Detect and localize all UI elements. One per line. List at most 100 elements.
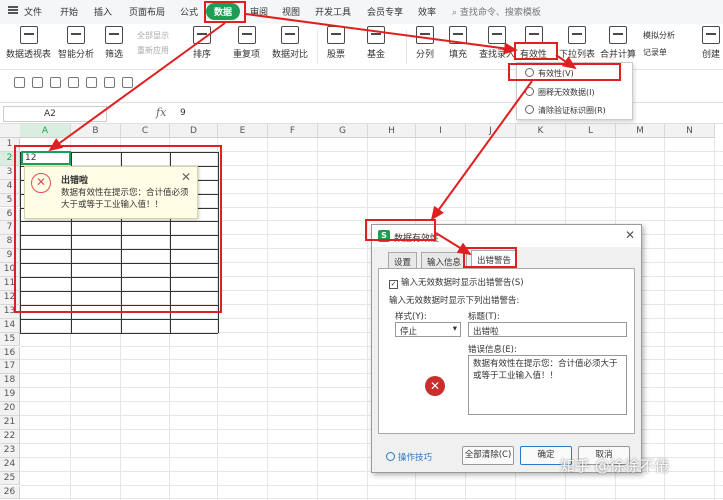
close-icon[interactable]: ✕ bbox=[625, 228, 635, 242]
menu-member[interactable]: 会员专享 bbox=[367, 5, 403, 18]
preview-icon[interactable] bbox=[86, 77, 97, 88]
menu-review[interactable]: 审阅 bbox=[250, 5, 268, 18]
row-header-11[interactable]: 11 bbox=[0, 277, 20, 291]
data-compare-button[interactable]: 数据对比 bbox=[272, 26, 308, 60]
column-header-j[interactable]: J bbox=[466, 124, 516, 138]
style-select[interactable]: 停止 ▾ bbox=[395, 322, 461, 337]
tab-error-alert[interactable]: 出错警告 bbox=[471, 250, 518, 269]
column-header-k[interactable]: K bbox=[516, 124, 566, 138]
menu-insert[interactable]: 插入 bbox=[94, 5, 112, 18]
column-header-e[interactable]: E bbox=[218, 124, 268, 138]
save-icon[interactable] bbox=[14, 77, 25, 88]
row-header-15[interactable]: 15 bbox=[0, 332, 20, 347]
search-box[interactable]: ⌕ 查找命令、搜索模板 bbox=[452, 5, 541, 18]
pivot-table-button[interactable]: 数据透视表 bbox=[6, 26, 51, 60]
row-header-12[interactable]: 12 bbox=[0, 290, 20, 305]
tab-settings[interactable]: 设置 bbox=[388, 252, 418, 268]
stock-button[interactable]: 股票 bbox=[327, 26, 345, 60]
row-header-5[interactable]: 5 bbox=[0, 193, 20, 208]
show-error-checkbox[interactable]: ✓ 输入无效数据时显示出错警告(S) bbox=[389, 276, 524, 289]
column-header-a[interactable]: A bbox=[20, 124, 71, 138]
column-header-i[interactable]: I bbox=[416, 124, 466, 138]
what-if-analysis-button[interactable]: 模拟分析 bbox=[643, 30, 675, 41]
title-input[interactable]: 出错啦 bbox=[468, 322, 627, 337]
menu-view[interactable]: 视图 bbox=[282, 5, 300, 18]
row-header-24[interactable]: 24 bbox=[0, 457, 20, 472]
column-header-n[interactable]: N bbox=[665, 124, 715, 138]
row-header-26[interactable]: 26 bbox=[0, 485, 20, 500]
menu-dev-tools[interactable]: 开发工具 bbox=[315, 5, 351, 18]
row-header-17[interactable]: 17 bbox=[0, 360, 20, 375]
column-header-l[interactable]: L bbox=[566, 124, 616, 138]
formula-input[interactable]: 9 bbox=[180, 108, 186, 118]
clear-all-button[interactable]: 全部清除(C) bbox=[462, 446, 514, 465]
create-button[interactable]: 创建 bbox=[702, 26, 720, 60]
row-header-4[interactable]: 4 bbox=[0, 179, 20, 194]
row-header-20[interactable]: 20 bbox=[0, 402, 20, 416]
row-header-13[interactable]: 13 bbox=[0, 304, 20, 319]
row-header-3[interactable]: 3 bbox=[0, 165, 20, 180]
row-header-8[interactable]: 8 bbox=[0, 235, 20, 250]
row-header-16[interactable]: 16 bbox=[0, 346, 20, 361]
tab-input-message[interactable]: 输入信息 bbox=[421, 252, 468, 268]
cell-a2[interactable]: 12 bbox=[21, 151, 71, 165]
row-header-25[interactable]: 25 bbox=[0, 471, 20, 486]
row-header-19[interactable]: 19 bbox=[0, 388, 20, 403]
row-header-18[interactable]: 18 bbox=[0, 374, 20, 389]
menu-item-clear-circles[interactable]: 清除验证标识圈(R) bbox=[525, 105, 606, 116]
column-header-d[interactable]: D bbox=[170, 124, 218, 138]
row-header-1[interactable]: 1 bbox=[0, 138, 20, 152]
column-header-b[interactable]: B bbox=[71, 124, 121, 138]
row-header-7[interactable]: 7 bbox=[0, 221, 20, 236]
column-header-g[interactable]: G bbox=[318, 124, 368, 138]
consolidate-button[interactable]: 合并计算 bbox=[600, 26, 636, 60]
menu-icon[interactable] bbox=[8, 6, 18, 14]
filter-button[interactable]: 筛选 bbox=[105, 26, 123, 60]
record-form-button[interactable]: 记录单 bbox=[643, 47, 667, 58]
menu-efficiency[interactable]: 效率 bbox=[418, 5, 436, 18]
message-textarea[interactable]: 数据有效性在提示您：合计值必须大于或等于工业输入值！！ bbox=[468, 355, 627, 415]
show-all-button[interactable]: 全部显示 bbox=[137, 30, 169, 41]
menu-item-circle-invalid[interactable]: 圈释无效数据(I) bbox=[525, 87, 595, 98]
select-all-corner[interactable] bbox=[0, 124, 21, 138]
row-header-23[interactable]: 23 bbox=[0, 443, 20, 458]
reapply-button[interactable]: 重新应用 bbox=[137, 45, 169, 56]
dropdown-list-button[interactable]: 下拉列表 bbox=[559, 26, 595, 60]
close-icon[interactable]: ✕ bbox=[181, 170, 191, 184]
row-header-9[interactable]: 9 bbox=[0, 249, 20, 264]
row-header-6[interactable]: 6 bbox=[0, 207, 20, 222]
menu-home[interactable]: 开始 bbox=[60, 5, 78, 18]
menu-item-validity[interactable]: 有效性(V) bbox=[525, 68, 574, 79]
print-icon[interactable] bbox=[68, 77, 79, 88]
lookup-entry-button[interactable]: 查找录入 bbox=[479, 26, 515, 60]
fx-icon[interactable]: fx bbox=[156, 106, 166, 119]
row-header-21[interactable]: 21 bbox=[0, 416, 20, 430]
tips-link[interactable]: 操作技巧 bbox=[386, 451, 432, 463]
row-header-2[interactable]: 2 bbox=[0, 151, 20, 166]
sort-button[interactable]: 排序 bbox=[193, 26, 211, 60]
undo-icon[interactable] bbox=[104, 77, 115, 88]
row-header-14[interactable]: 14 bbox=[0, 318, 20, 333]
redo-icon[interactable] bbox=[122, 77, 133, 88]
menu-formula[interactable]: 公式 bbox=[180, 5, 198, 18]
column-header-m[interactable]: M bbox=[616, 124, 665, 138]
open-icon[interactable] bbox=[32, 77, 43, 88]
name-box[interactable]: A2 bbox=[3, 106, 107, 122]
fund-button[interactable]: 基金 bbox=[367, 26, 385, 60]
table-border bbox=[20, 277, 218, 278]
menu-data[interactable]: 数据 bbox=[206, 3, 241, 20]
export-icon[interactable] bbox=[50, 77, 61, 88]
dialog-titlebar[interactable]: S 数据有效性 ✕ bbox=[372, 225, 641, 247]
column-header-f[interactable]: F bbox=[268, 124, 318, 138]
column-header-h[interactable]: H bbox=[368, 124, 416, 138]
duplicates-button[interactable]: 重复项 bbox=[233, 26, 260, 60]
column-header-c[interactable]: C bbox=[121, 124, 170, 138]
row-header-22[interactable]: 22 bbox=[0, 429, 20, 444]
validity-button[interactable]: 有效性 bbox=[520, 26, 547, 60]
fill-button[interactable]: 填充 bbox=[449, 26, 467, 60]
menu-file[interactable]: 文件 bbox=[24, 5, 42, 18]
smart-analysis-button[interactable]: 智能分析 bbox=[58, 26, 94, 60]
row-header-10[interactable]: 10 bbox=[0, 263, 20, 277]
menu-page-layout[interactable]: 页面布局 bbox=[129, 5, 165, 18]
split-column-button[interactable]: 分列 bbox=[416, 26, 434, 60]
